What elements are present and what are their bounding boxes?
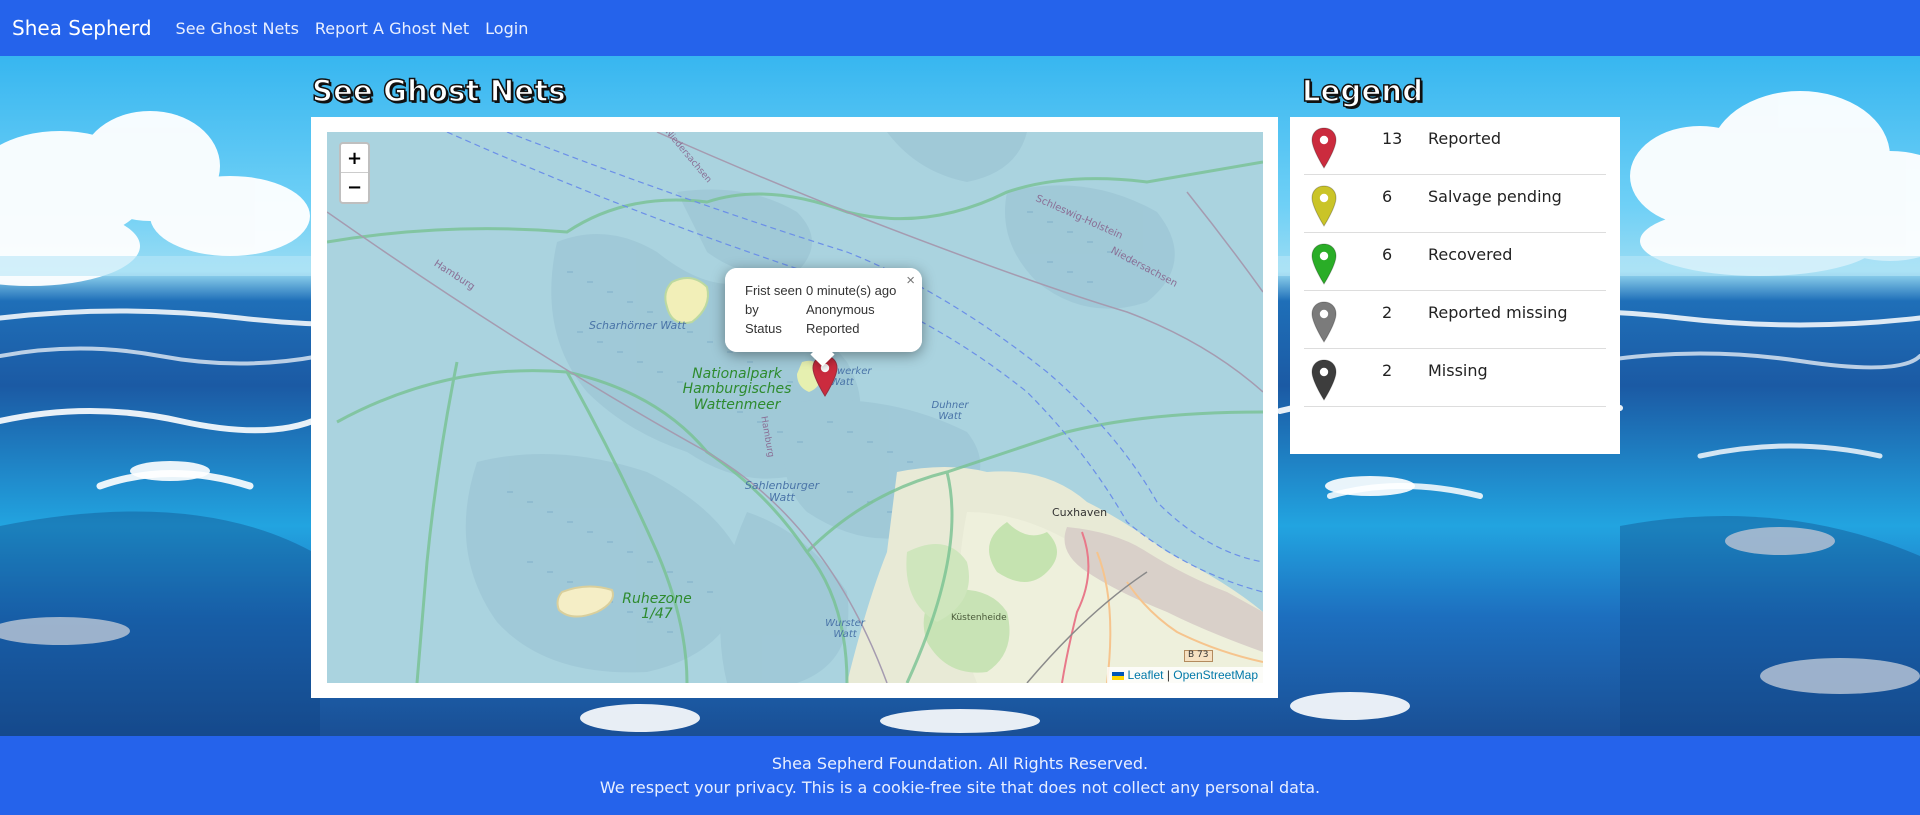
label-cuxhaven: Cuxhaven: [1052, 506, 1108, 519]
map-attribution: Leaflet | OpenStreetMap: [1107, 667, 1263, 683]
popup-close-button[interactable]: ×: [906, 272, 915, 289]
marker-popup: × Frist seen 0 minute(s) ago by Anonymou…: [725, 268, 922, 367]
zoom-out-button[interactable]: −: [341, 173, 368, 202]
legend-item-recovered: 6 Recovered: [1304, 233, 1606, 291]
marker-red-icon: [1311, 127, 1337, 169]
legend-label: Reported: [1428, 129, 1502, 148]
popup-row: Status Reported: [745, 320, 896, 339]
popup-row: Frist seen 0 minute(s) ago: [745, 282, 896, 301]
label-kustenheide: Küstenheide: [951, 613, 1007, 623]
popup-row: by Anonymous: [745, 301, 896, 320]
popup-key: Frist seen: [745, 283, 803, 298]
pin-body: [1311, 301, 1337, 343]
legend-card: 13 Reported 6 Salvage pending 6 Recovere…: [1290, 117, 1620, 454]
legend-count: 6: [1382, 245, 1393, 264]
nav-login[interactable]: Login: [485, 19, 528, 38]
zoom-control: + −: [339, 142, 370, 204]
map[interactable]: Scharhörner Watt Nationalpark Hamburgisc…: [327, 132, 1263, 683]
ukraine-flag-icon: [1112, 671, 1125, 680]
popup-value: Reported: [806, 321, 860, 336]
marker-yellow-icon: [1311, 185, 1337, 227]
nav-see-ghost-nets[interactable]: See Ghost Nets: [176, 19, 299, 38]
legend-count: 6: [1382, 187, 1393, 206]
label-sahlenburger: Sahlenburger Watt: [744, 479, 820, 505]
legend-count: 2: [1382, 361, 1393, 380]
pin-body: [1311, 185, 1337, 227]
legend-label: Reported missing: [1428, 303, 1568, 322]
label-ruhezone: Ruhezone 1/47: [622, 591, 692, 623]
nav-report-ghost-net[interactable]: Report A Ghost Net: [315, 19, 469, 38]
label-national-park: Nationalpark Hamburgisches Wattenmeer: [682, 366, 792, 413]
legend-item-reported-missing: 2 Reported missing: [1304, 291, 1606, 349]
marker-green-icon: [1311, 243, 1337, 285]
page-title: See Ghost Nets: [311, 73, 566, 109]
legend-label: Recovered: [1428, 245, 1513, 264]
legend-count: 2: [1382, 303, 1393, 322]
legend-item-reported: 13 Reported: [1304, 117, 1606, 175]
zoom-in-button[interactable]: +: [341, 144, 368, 173]
popup-key: Status: [745, 321, 782, 336]
navbar: Shea Sepherd See Ghost Nets Report A Gho…: [0, 0, 1920, 56]
legend-item-salvage-pending: 6 Salvage pending: [1304, 175, 1606, 233]
marker-black-icon: [1311, 359, 1337, 401]
legend-count: 13: [1382, 129, 1403, 148]
leaflet-link[interactable]: Leaflet: [1127, 668, 1163, 682]
label-duhner: Duhner Watt: [931, 400, 969, 422]
footer-copyright: Shea Sepherd Foundation. All Rights Rese…: [771, 754, 1149, 773]
footer: Shea Sepherd Foundation. All Rights Rese…: [0, 736, 1920, 815]
popup-value: Anonymous: [806, 302, 875, 317]
label-scharhorner: Scharhörner Watt: [589, 319, 686, 332]
attribution-separator: |: [1166, 668, 1170, 682]
pin-body: [1311, 243, 1337, 285]
label-b73-road: B 73: [1184, 650, 1213, 662]
legend-item-missing: 2 Missing: [1304, 349, 1606, 407]
pin-body: [1311, 127, 1337, 169]
brand-link[interactable]: Shea Sepherd: [12, 16, 152, 40]
label-wurster: Wurster Watt: [825, 618, 865, 640]
popup-value: 0 minute(s) ago: [806, 283, 897, 298]
legend-label: Salvage pending: [1428, 187, 1562, 206]
openstreetmap-link[interactable]: OpenStreetMap: [1173, 668, 1258, 682]
legend-label: Missing: [1428, 361, 1488, 380]
popup-table: Frist seen 0 minute(s) ago by Anonymous …: [745, 282, 896, 339]
popup-key: by: [745, 302, 759, 317]
marker-grey-icon: [1311, 301, 1337, 343]
footer-privacy-note: We respect your privacy. This is a cooki…: [599, 778, 1321, 797]
legend-title: Legend: [1301, 73, 1424, 109]
pin-body: [1311, 359, 1337, 401]
